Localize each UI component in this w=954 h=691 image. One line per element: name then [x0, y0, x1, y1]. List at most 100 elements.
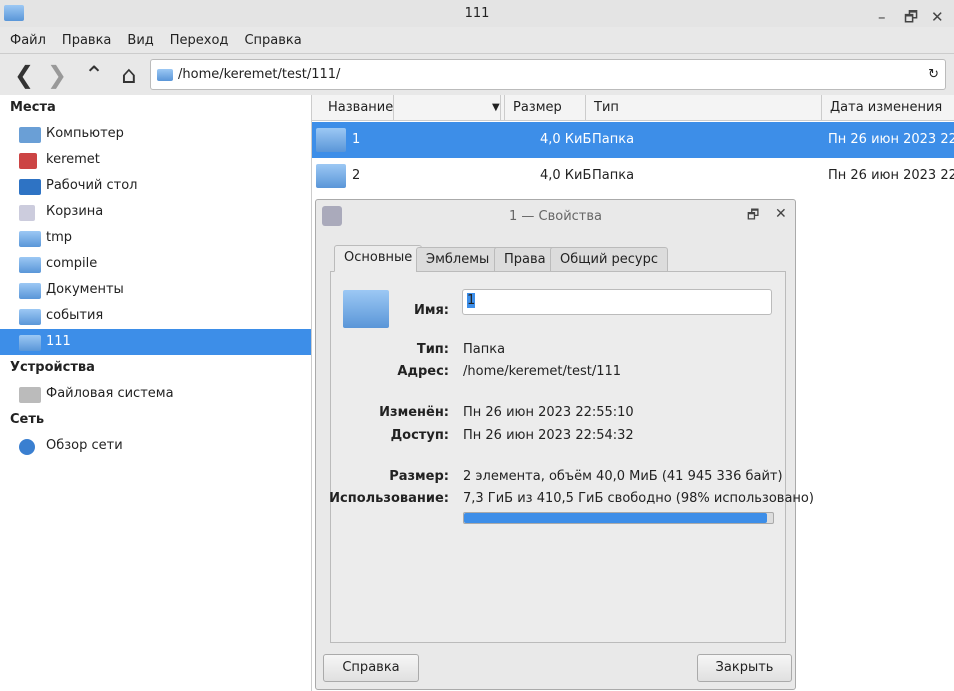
home-button[interactable]: ⌂	[115, 61, 143, 89]
close-button[interactable]: ✕	[931, 4, 944, 31]
column-date[interactable]: Дата изменения	[822, 95, 954, 121]
sidebar-item-events[interactable]: события	[0, 303, 311, 329]
sidebar-item-home[interactable]: keremet	[0, 147, 311, 173]
file-size: 4,0 КиБ	[540, 132, 592, 147]
label: события	[46, 308, 104, 323]
dialog-title: 1 — Свойства	[508, 209, 603, 224]
name-label: Имя:	[413, 303, 449, 318]
label: Обзор сети	[46, 438, 123, 453]
folder-icon	[316, 164, 346, 188]
sort-down-icon: ▼	[484, 95, 501, 121]
column-name[interactable]: Название ▼	[312, 95, 505, 121]
window-title: 111	[464, 6, 490, 21]
modified-value: Пн 26 июн 2023 22:55:10	[463, 405, 634, 420]
table-row[interactable]: 2 4,0 КиБ Папка Пн 26 июн 2023 22:55	[312, 158, 954, 194]
devices-header: Устройства	[10, 360, 95, 375]
menu-edit[interactable]: Правка	[62, 28, 111, 53]
label: compile	[46, 256, 98, 271]
back-button[interactable]: ❮	[10, 61, 38, 89]
tab-emblems[interactable]: Эмблемы	[416, 247, 500, 272]
tab-share[interactable]: Общий ресурс	[550, 247, 669, 272]
file-name: 1	[352, 132, 361, 147]
sidebar-item-network[interactable]: Обзор сети	[0, 433, 311, 459]
folder-icon	[19, 231, 41, 247]
menu-help[interactable]: Справка	[244, 28, 301, 53]
usage-bar	[463, 512, 774, 524]
menu-file[interactable]: Файл	[10, 28, 46, 53]
dialog-close-icon[interactable]: ✕	[775, 206, 787, 222]
type-label: Тип:	[416, 342, 449, 357]
sidebar-item-computer[interactable]: Компьютер	[0, 121, 311, 147]
size-value: 2 элемента, объём 40,0 МиБ (41 945 336 б…	[463, 469, 783, 484]
network-globe-icon	[19, 439, 35, 455]
sidebar-item-compile[interactable]: compile	[0, 251, 311, 277]
file-date: Пн 26 июн 2023 22:55	[828, 168, 954, 183]
table-row[interactable]: 1 4,0 КиБ Папка Пн 26 июн 2023 22:55	[312, 122, 954, 158]
size-label: Размер:	[389, 469, 449, 484]
column-size[interactable]: Размер	[505, 95, 586, 121]
name-input[interactable]: 1	[462, 289, 772, 315]
file-name: 2	[352, 168, 361, 183]
sidebar-item-documents[interactable]: Документы	[0, 277, 311, 303]
up-button[interactable]: ⌃	[80, 61, 108, 89]
accessed-value: Пн 26 июн 2023 22:54:32	[463, 428, 634, 443]
usage-bar-fill	[464, 513, 767, 523]
label: Рабочий стол	[46, 178, 138, 193]
sidebar-item-tmp[interactable]: tmp	[0, 225, 311, 251]
network-header: Сеть	[10, 412, 45, 427]
sidebar-item-desktop[interactable]: Рабочий стол	[0, 173, 311, 199]
menu-go[interactable]: Переход	[170, 28, 229, 53]
title-bar: 111 – 🗗 ✕	[0, 0, 954, 27]
reload-icon[interactable]: ↻	[928, 60, 939, 89]
folder-icon	[4, 5, 24, 21]
documents-folder-icon	[19, 283, 41, 299]
restore-button[interactable]: 🗗	[904, 4, 918, 31]
places-header: Места	[10, 100, 56, 115]
properties-dialog: 1 — Свойства 🗗 ✕ Имя: 1 Тип: Папка Адрес…	[315, 199, 814, 690]
close-dialog-button[interactable]: Закрыть	[697, 654, 792, 682]
sidebar-item-trash[interactable]: Корзина	[0, 199, 311, 225]
label: Корзина	[46, 204, 104, 219]
label: keremet	[46, 152, 100, 167]
sidebar-item-111[interactable]: 111	[0, 329, 311, 355]
path-label: Адрес:	[397, 364, 449, 379]
label: Компьютер	[46, 126, 124, 141]
file-type: Папка	[592, 132, 635, 147]
address-bar[interactable]: /home/keremet/test/111/ ↻	[150, 59, 946, 90]
label: Файловая система	[46, 386, 174, 401]
forward-button[interactable]: ❯	[43, 61, 71, 89]
computer-icon	[19, 127, 41, 143]
menu-bar: Файл Правка Вид Переход Справка	[0, 28, 954, 54]
drive-icon	[19, 387, 41, 403]
sidebar: Места Компьютер keremet Рабочий стол Кор…	[0, 95, 312, 691]
tab-permissions[interactable]: Права	[494, 247, 556, 272]
file-date: Пн 26 июн 2023 22:55	[828, 132, 954, 147]
sidebar-item-filesystem[interactable]: Файловая система	[0, 381, 311, 407]
column-type[interactable]: Тип	[586, 95, 822, 121]
name-value: 1	[467, 293, 476, 308]
dialog-restore-button[interactable]: 🗗	[747, 206, 759, 228]
label: 111	[46, 334, 71, 349]
tab-general[interactable]: Основные	[334, 245, 423, 272]
column-header: Название ▼ Размер Тип Дата изменения	[312, 95, 954, 121]
minimize-button[interactable]: –	[878, 4, 886, 31]
accessed-label: Доступ:	[390, 428, 449, 443]
label: Название	[320, 95, 395, 121]
path-value: /home/keremet/test/111	[463, 364, 622, 379]
modified-label: Изменён:	[379, 405, 449, 420]
home-icon	[19, 153, 37, 169]
address-text: /home/keremet/test/111/	[178, 67, 341, 82]
folder-icon	[316, 128, 346, 152]
folder-icon	[19, 257, 41, 273]
folder-icon	[19, 335, 41, 351]
file-size: 4,0 КиБ	[540, 168, 592, 183]
usage-value: 7,3 ГиБ из 410,5 ГиБ свободно (98% испол…	[463, 491, 814, 506]
folder-icon	[157, 69, 173, 81]
type-value: Папка	[463, 342, 506, 357]
label: tmp	[46, 230, 73, 245]
help-button[interactable]: Справка	[323, 654, 419, 682]
usage-label: Использование:	[329, 491, 449, 506]
menu-view[interactable]: Вид	[127, 28, 153, 53]
desktop-icon	[19, 179, 41, 195]
folder-icon	[19, 309, 41, 325]
